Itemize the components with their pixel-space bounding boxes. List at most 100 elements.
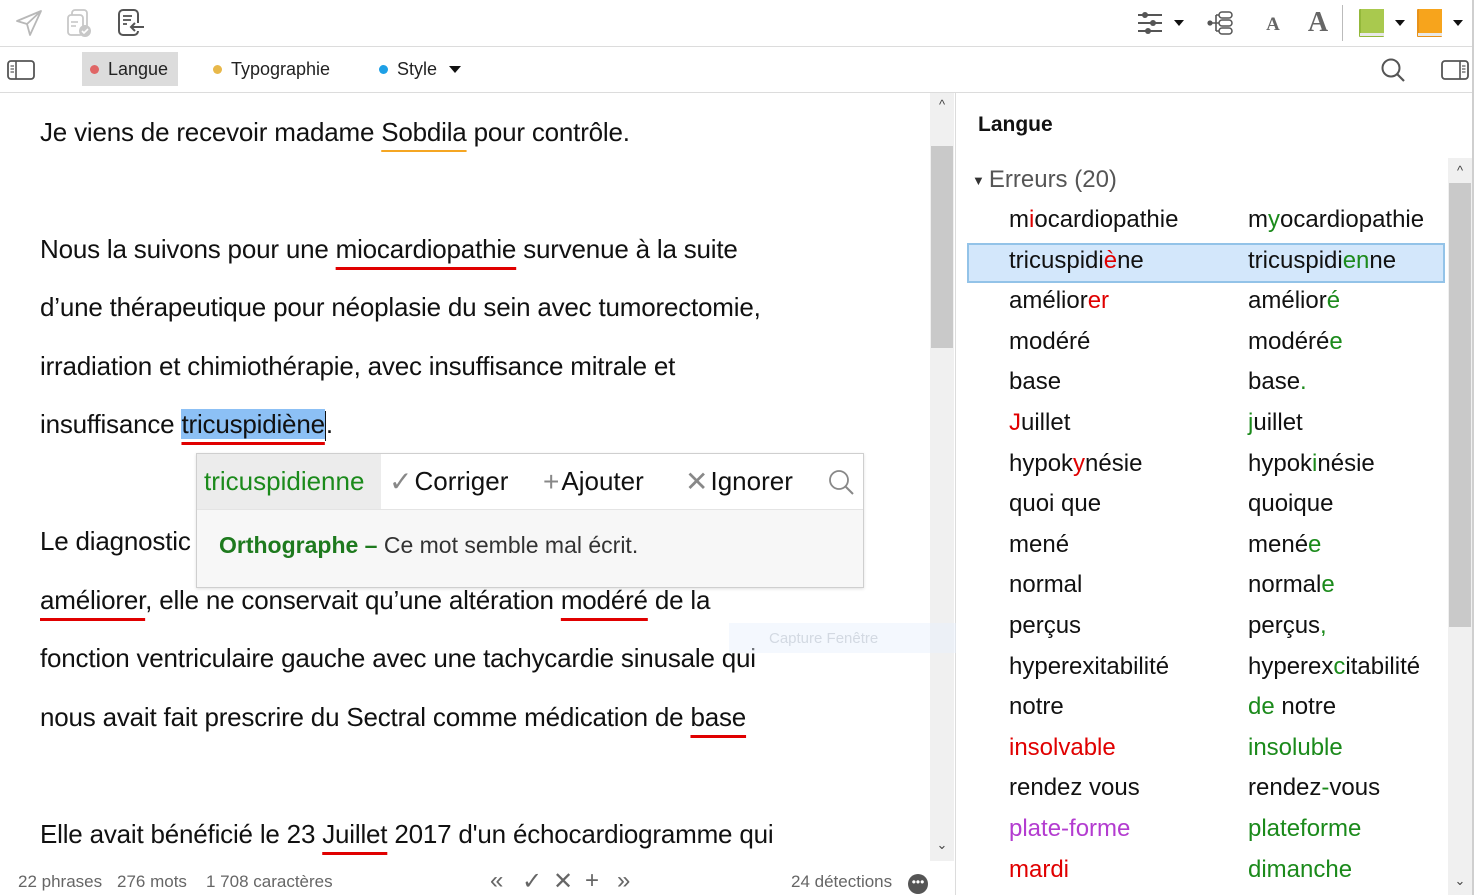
previous-detection-button[interactable]: « [490, 867, 503, 895]
error-row[interactable]: rendez vous rendez-vous [967, 770, 1445, 810]
editor-line: Elle avait bénéficié le 23 Juillet 2017 … [40, 819, 774, 849]
error-row[interactable]: mardi dimanche [967, 852, 1445, 892]
flagged-word-error[interactable]: améliorer [40, 585, 145, 615]
scroll-up-icon[interactable]: ^ [930, 95, 954, 115]
original-text: hypokynésie [1009, 449, 1143, 477]
editor-line: améliorer, elle ne conservait qu’une alt… [40, 585, 711, 615]
next-detection-button[interactable]: » [617, 867, 630, 895]
error-row[interactable]: mené menée [967, 527, 1445, 567]
add-detection-button[interactable]: + [585, 867, 599, 895]
errors-group-toggle[interactable]: ▼ Erreurs (20) [972, 166, 1117, 194]
editor-line: Nous la suivons pour une miocardiopathie… [40, 234, 738, 264]
tab-style[interactable]: Style [371, 52, 469, 86]
flagged-word-error[interactable]: Juillet [322, 819, 387, 849]
editor-line: fonction ventriculaire gauche avec une t… [40, 643, 756, 673]
reject-detection-button[interactable]: ✕ [553, 867, 573, 895]
panel-scroll-thumb[interactable] [1449, 183, 1471, 627]
copy-check-icon [67, 9, 91, 37]
send-button[interactable] [12, 6, 46, 40]
suggested-text: quoique [1248, 490, 1334, 518]
original-text: insolvable [1009, 733, 1116, 761]
more-options-icon[interactable]: ••• [908, 874, 928, 894]
right-panel-icon [1441, 60, 1469, 80]
status-bar: 22 phrases 276 mots 1 708 caractères « ✓… [0, 865, 955, 895]
error-row[interactable]: quoi que quoique [967, 486, 1445, 526]
scroll-down-icon[interactable]: ⌄ [1448, 870, 1472, 892]
error-row[interactable]: hyperexitabilité hyperexcitabilité [967, 649, 1445, 689]
orange-dictionary-button[interactable] [1412, 6, 1446, 40]
tab-langue-label: Langue [108, 58, 169, 79]
font-increase-button[interactable]: A [1301, 6, 1335, 40]
search-button[interactable] [1376, 53, 1410, 87]
tree-structure-icon [1207, 11, 1233, 35]
settings-button[interactable] [1133, 6, 1167, 40]
suggested-text: dimanche [1248, 855, 1353, 883]
original-text: quoi que [1009, 490, 1102, 518]
typographie-dot-icon [213, 64, 222, 74]
x-icon: ✕ [685, 466, 709, 497]
error-row[interactable]: améliorer amélioré [967, 283, 1445, 323]
error-row[interactable]: miocardiopathie myocardiopathie [967, 202, 1445, 242]
errors-group-label: Erreurs (20) [988, 166, 1117, 193]
ignore-button[interactable]: ✕ Ignorer [685, 454, 793, 509]
error-row[interactable]: base base. [967, 364, 1445, 404]
lookup-button[interactable] [827, 454, 855, 509]
import-document-button[interactable] [114, 6, 148, 40]
flagged-word-error[interactable]: miocardiopathie [336, 234, 517, 264]
editor-scrollbar[interactable]: ^ ⌄ [930, 93, 954, 861]
copy-check-button[interactable] [62, 6, 96, 40]
suggested-text: tricuspidienne [1248, 246, 1397, 274]
import-document-icon [118, 9, 144, 36]
error-message: Ce mot semble mal écrit. [383, 532, 639, 558]
error-row[interactable]: tricuspidiène tricuspidienne [967, 242, 1445, 283]
panel-scrollbar[interactable]: ^ ⌄ [1448, 158, 1472, 895]
search-icon [829, 469, 854, 495]
error-row[interactable]: hypokynésie hypokinésie [967, 446, 1445, 486]
scroll-down-icon[interactable]: ⌄ [930, 835, 954, 855]
error-row[interactable]: notre de notre [967, 689, 1445, 729]
toggle-left-panel-button[interactable] [4, 53, 38, 87]
editor-scroll-thumb[interactable] [931, 146, 953, 348]
suggested-text: de notre [1248, 693, 1337, 721]
suggested-text: myocardiopathie [1248, 206, 1425, 233]
structure-button[interactable] [1203, 6, 1237, 40]
original-text: perçus [1009, 612, 1082, 639]
suggested-text: hyperexcitabilité [1248, 652, 1421, 680]
words-count: 276 mots [117, 872, 187, 891]
original-text: Juillet [1009, 409, 1071, 436]
tab-langue[interactable]: Langue [82, 52, 178, 86]
flagged-word-typography[interactable]: Sobdila [381, 117, 467, 147]
settings-dropdown-caret[interactable] [1174, 20, 1184, 26]
add-button[interactable]: + Ajouter [543, 454, 644, 509]
error-row[interactable]: plate-forme plateforme [967, 811, 1445, 851]
green-dictionary-caret[interactable] [1395, 20, 1405, 26]
correct-button[interactable]: ✓ Corriger [389, 454, 508, 509]
tab-typographie[interactable]: Typographie [205, 52, 338, 86]
langue-panel: Langue ▼ Erreurs (20) miocardiopathie myo… [956, 93, 1474, 895]
search-icon [1381, 58, 1405, 82]
selected-flagged-word[interactable]: tricuspidiène [181, 409, 325, 439]
original-text: plate-forme [1009, 815, 1131, 842]
green-dictionary-button[interactable] [1354, 6, 1388, 40]
suggested-text: juillet [1248, 409, 1303, 436]
error-row[interactable]: Juillet juillet [967, 405, 1445, 445]
suggestion-button[interactable]: tricuspidienne [197, 454, 381, 509]
accept-detection-button[interactable]: ✓ [522, 867, 542, 895]
original-text: rendez vous [1009, 774, 1140, 802]
flagged-word-error[interactable]: modéré [561, 585, 648, 615]
scroll-up-icon[interactable]: ^ [1448, 160, 1472, 182]
toggle-right-panel-button[interactable] [1438, 53, 1472, 87]
error-row[interactable]: modéré modérée [967, 324, 1445, 364]
error-row[interactable]: perçus perçus, [967, 608, 1445, 648]
orange-dictionary-caret[interactable] [1453, 20, 1463, 26]
font-decrease-button[interactable]: A [1256, 6, 1290, 40]
suggested-text: insoluble [1248, 733, 1343, 761]
error-row[interactable]: insolvable insoluble [967, 730, 1445, 770]
flagged-word-error[interactable]: base [690, 702, 746, 732]
original-text: mardi [1009, 855, 1070, 883]
suggested-text: amélioré [1248, 287, 1341, 315]
send-icon [16, 10, 42, 36]
editor-line: d’une thérapeutique pour néoplasie du se… [40, 292, 761, 322]
suggested-text: rendez-vous [1248, 774, 1381, 802]
error-row[interactable]: normal normale [967, 567, 1445, 607]
